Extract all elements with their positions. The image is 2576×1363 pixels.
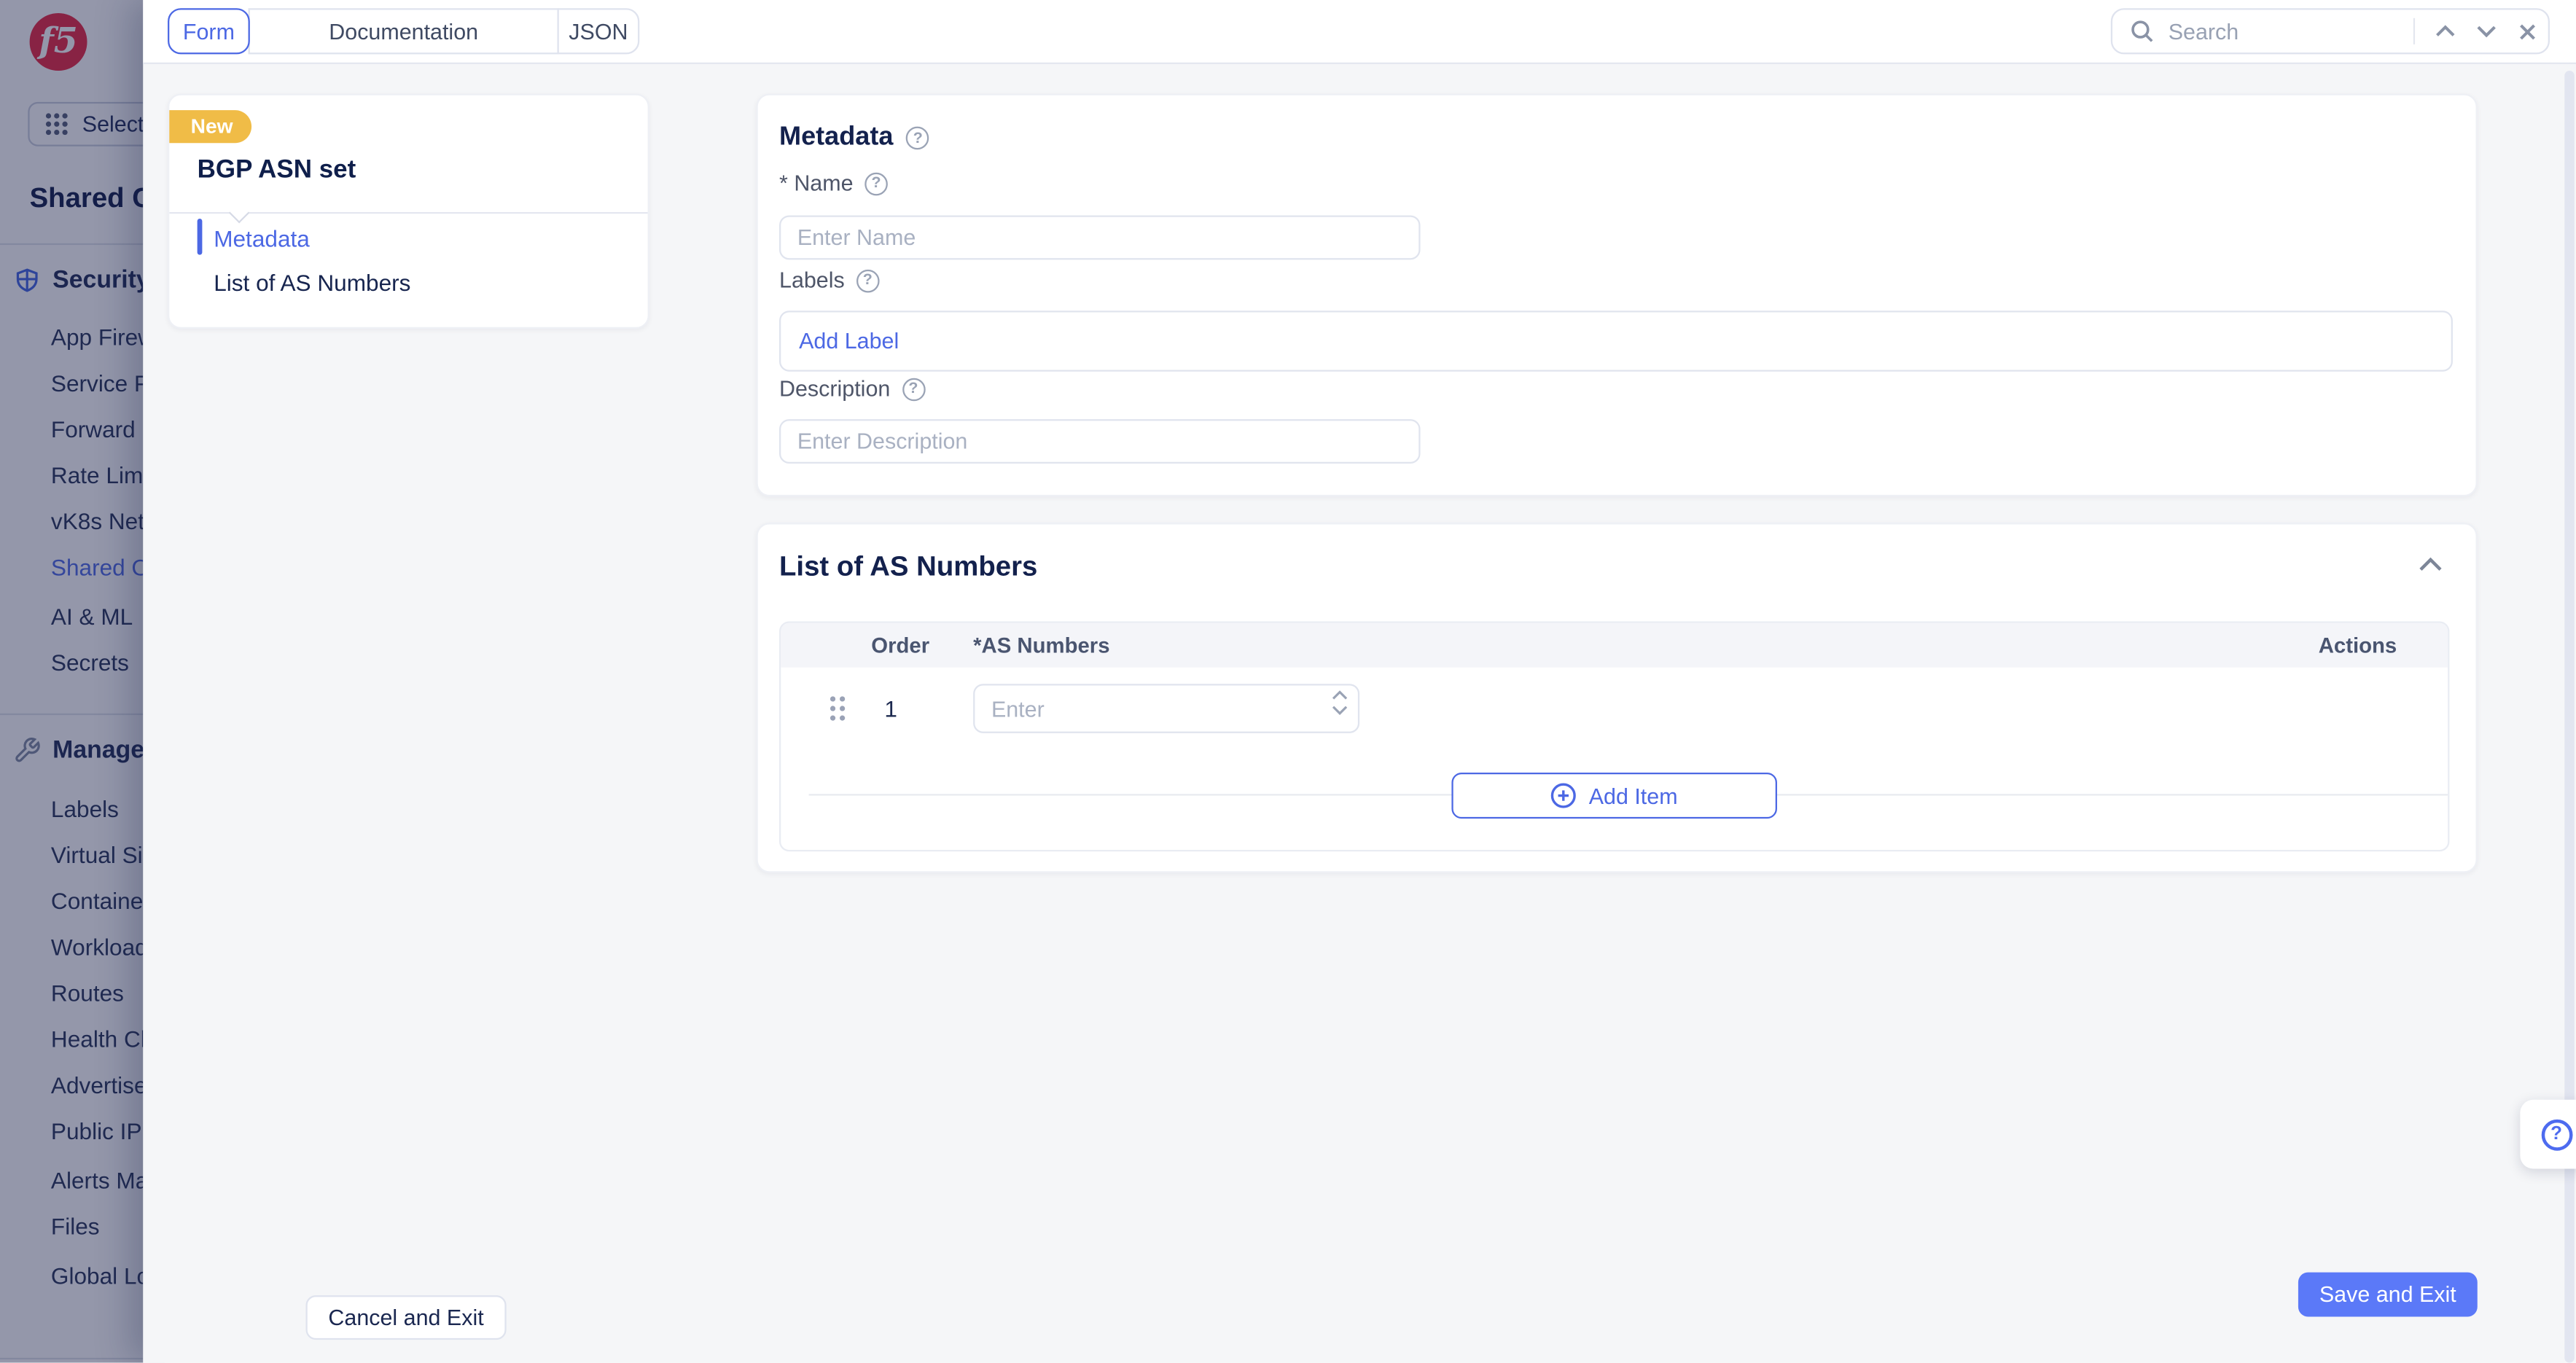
collapse-section-button[interactable] bbox=[2419, 558, 2443, 572]
description-label-row: Description ? bbox=[779, 376, 925, 401]
vertical-scrollbar[interactable] bbox=[2564, 71, 2575, 1363]
metadata-title: Metadata bbox=[779, 123, 893, 153]
step-metadata[interactable]: Metadata bbox=[214, 215, 310, 259]
description-input[interactable] bbox=[779, 419, 1421, 464]
save-and-exit-button[interactable]: Save and Exit bbox=[2298, 1273, 2478, 1317]
name-label-row: * Name ? bbox=[779, 171, 888, 196]
chevron-up-icon bbox=[2419, 558, 2443, 572]
as-numbers-title-row: List of AS Numbers bbox=[779, 551, 1037, 584]
chevron-down-icon bbox=[2475, 25, 2497, 38]
table-row: 1 bbox=[781, 668, 2448, 750]
chevron-up-icon bbox=[2435, 25, 2456, 38]
help-circle-icon[interactable]: ? bbox=[864, 172, 888, 195]
column-header-as-numbers: *AS Numbers bbox=[973, 633, 1109, 657]
find-previous-button[interactable] bbox=[2425, 12, 2466, 51]
labels-field: Add Label bbox=[779, 311, 2453, 371]
name-label: * Name bbox=[779, 171, 854, 196]
wizard-nav-card: New BGP ASN set Metadata List of AS Numb… bbox=[168, 94, 649, 329]
add-item-label: Add Item bbox=[1589, 784, 1678, 808]
create-object-drawer: Form Documentation JSON bbox=[143, 0, 2576, 1363]
stepper-up-icon bbox=[1332, 690, 1349, 700]
tab-json[interactable]: JSON bbox=[558, 8, 640, 54]
as-numbers-table: Order *AS Numbers Actions bbox=[779, 622, 2449, 852]
number-stepper[interactable] bbox=[1332, 690, 1349, 715]
column-header-order: Order bbox=[871, 633, 929, 657]
stepper-down-icon bbox=[1332, 706, 1349, 716]
add-item-button[interactable]: Add Item bbox=[1451, 773, 1777, 819]
view-tabs: Form Documentation JSON bbox=[168, 8, 639, 54]
labels-label-row: Labels ? bbox=[779, 268, 879, 293]
active-step-indicator bbox=[198, 219, 203, 255]
find-next-button[interactable] bbox=[2466, 12, 2507, 51]
metadata-title-row: Metadata ? bbox=[779, 123, 929, 153]
metadata-section: Metadata ? * Name ? Labels ? Add Label D… bbox=[756, 94, 2477, 497]
search-box bbox=[2111, 8, 2550, 54]
close-icon bbox=[2518, 22, 2537, 40]
table-header-row: Order *AS Numbers Actions bbox=[781, 623, 2448, 668]
as-number-field bbox=[973, 684, 1359, 733]
add-label-button[interactable]: Add Label bbox=[799, 329, 899, 354]
search-divider bbox=[2413, 18, 2415, 44]
as-numbers-title: List of AS Numbers bbox=[779, 551, 1037, 584]
close-search-button[interactable] bbox=[2507, 12, 2548, 51]
drawer-topbar: Form Documentation JSON bbox=[143, 0, 2576, 64]
search-icon bbox=[2129, 18, 2155, 44]
row-order-value: 1 bbox=[884, 695, 897, 722]
tab-documentation[interactable]: Documentation bbox=[249, 8, 559, 54]
tab-form[interactable]: Form bbox=[168, 8, 250, 54]
as-number-input[interactable] bbox=[973, 684, 1359, 733]
labels-label: Labels bbox=[779, 268, 845, 293]
step-list-of-as-numbers[interactable]: List of AS Numbers bbox=[214, 259, 410, 304]
help-circle-icon[interactable]: ? bbox=[902, 378, 925, 401]
help-circle-icon[interactable]: ? bbox=[856, 269, 880, 292]
as-numbers-section: List of AS Numbers Order *AS Numbers Act… bbox=[756, 523, 2477, 872]
cancel-and-exit-button[interactable]: Cancel and Exit bbox=[305, 1295, 506, 1340]
name-input[interactable] bbox=[779, 215, 1421, 259]
app-root: f5 Select se Shared Co Security App Fire… bbox=[0, 0, 2576, 1363]
description-label: Description bbox=[779, 376, 890, 401]
status-badge-new: New bbox=[169, 110, 251, 143]
help-button[interactable]: ? bbox=[2520, 1100, 2576, 1169]
drag-handle-icon[interactable] bbox=[829, 695, 847, 722]
object-type-title: BGP ASN set bbox=[198, 156, 356, 186]
modal-overlay[interactable] bbox=[0, 0, 165, 1363]
plus-circle-icon bbox=[1551, 783, 1577, 809]
help-circle-icon[interactable]: ? bbox=[906, 127, 929, 150]
column-header-actions: Actions bbox=[2319, 633, 2397, 657]
question-circle-icon: ? bbox=[2541, 1119, 2572, 1150]
search-input[interactable] bbox=[2169, 19, 2413, 44]
